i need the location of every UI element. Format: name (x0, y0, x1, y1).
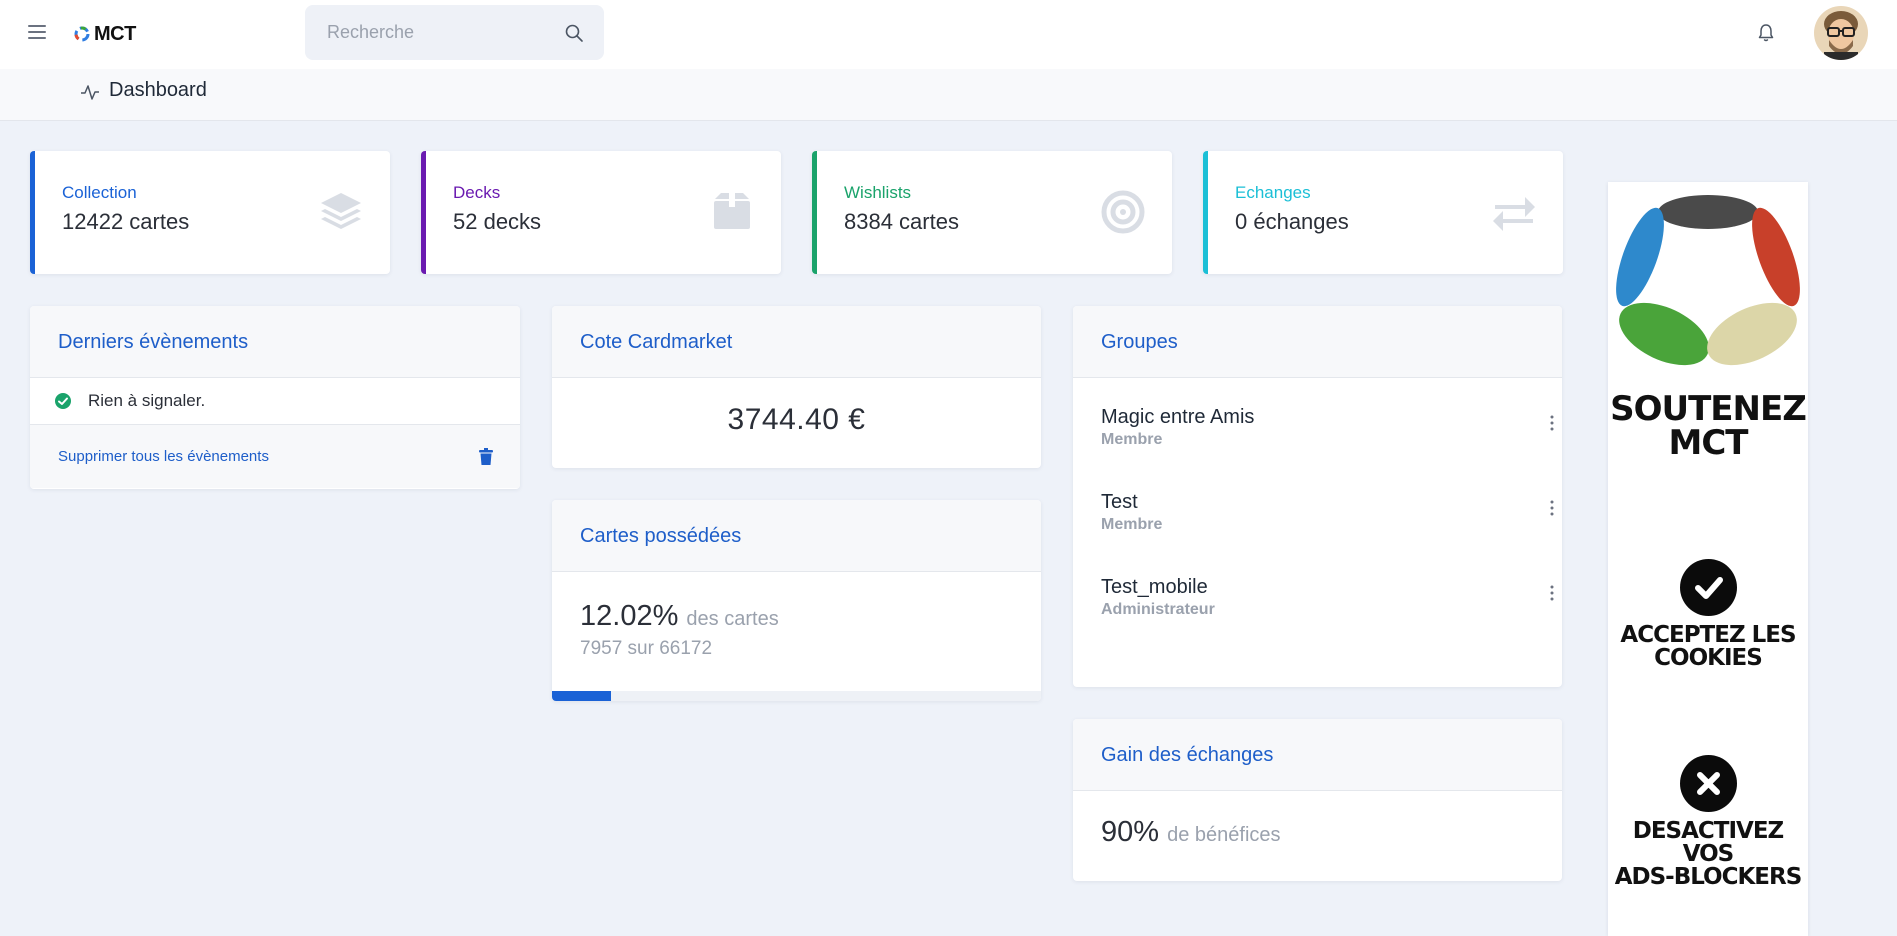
page-title: Dashboard (109, 79, 207, 101)
user-avatar[interactable] (1814, 6, 1868, 60)
group-name: Test (1101, 491, 1138, 513)
logo-text: MCT (94, 22, 136, 45)
hamburger-menu-icon[interactable] (28, 25, 46, 39)
stat-value: 0 échanges (1235, 209, 1349, 234)
event-text: Rien à signaler. (88, 391, 206, 410)
more-options-icon[interactable] (1549, 499, 1555, 517)
layers-icon (321, 193, 361, 229)
search-input[interactable] (305, 5, 555, 60)
target-icon (1101, 190, 1145, 234)
trade-gain-panel: Gain des échanges 90% de bénéfices (1073, 719, 1562, 881)
more-options-icon[interactable] (1549, 584, 1555, 602)
logo-mark-icon (74, 26, 90, 42)
group-item[interactable]: Magic entre Amis Membre (1101, 406, 1554, 449)
more-options-icon[interactable] (1549, 414, 1555, 432)
groups-panel: Groupes Magic entre Amis Membre Test Mem… (1073, 306, 1562, 687)
group-item[interactable]: Test Membre (1101, 491, 1554, 534)
ad-line: SOUTENEZ (1610, 389, 1807, 429)
ad-cookies-text: ACCEPTEZ LES COOKIES (1608, 624, 1808, 670)
close-icon (1680, 755, 1737, 812)
stat-value: 8384 cartes (844, 209, 959, 234)
owned-percent-value: 12.02% (580, 600, 679, 632)
box-icon (714, 193, 750, 229)
owned-progress-fill (552, 691, 611, 701)
stat-label: Decks (453, 183, 501, 202)
owned-progress-bar (552, 691, 1041, 701)
group-name: Magic entre Amis (1101, 406, 1255, 428)
stat-label: Wishlists (844, 183, 912, 202)
top-bar: MCT (0, 0, 1897, 69)
stat-value: 52 decks (453, 209, 542, 234)
exchange-icon (1493, 197, 1535, 231)
stat-card-decks[interactable]: Decks 52 decks (421, 151, 781, 274)
app-logo[interactable]: MCT (74, 20, 136, 48)
activity-icon (81, 85, 99, 100)
trade-gain-percent: 90% (1101, 816, 1160, 848)
group-role: Membre (1101, 431, 1163, 448)
ad-support-text: SOUTENEZ MCT (1608, 392, 1808, 460)
owned-cards-panel-title: Cartes possédées (552, 500, 1041, 572)
checkmark-icon (1680, 559, 1737, 616)
stat-label: Collection (62, 183, 137, 202)
cote-panel-title: Cote Cardmarket (552, 306, 1041, 378)
event-item: Rien à signaler. (30, 378, 520, 425)
group-role: Membre (1101, 516, 1163, 533)
stat-card-echanges[interactable]: Echanges 0 échanges (1203, 151, 1563, 274)
support-ad-banner[interactable]: SOUTENEZ MCT ACCEPTEZ LES COOKIES DESACT… (1608, 182, 1808, 936)
notification-bell-icon[interactable] (1756, 22, 1776, 44)
owned-detail: 7957 sur 66172 (580, 638, 713, 659)
group-name: Test_mobile (1101, 576, 1208, 598)
breadcrumb: Dashboard (0, 69, 1897, 121)
search-icon[interactable] (564, 23, 584, 43)
ad-adblock-text: DESACTIVEZ VOS ADS-BLOCKERS (1608, 820, 1808, 889)
owned-percent: 12.02% des cartes (580, 600, 779, 633)
owned-cards-panel: Cartes possédées 12.02% des cartes 7957 … (552, 500, 1041, 701)
ad-line: VOS (1682, 841, 1735, 867)
stat-card-collection[interactable]: Collection 12422 cartes (30, 151, 390, 274)
trash-icon[interactable] (478, 447, 494, 466)
stat-label: Echanges (1235, 183, 1311, 202)
mct-logo-icon (1616, 195, 1800, 366)
events-footer: Supprimer tous les évènements (30, 425, 520, 488)
trade-gain-suffix: de bénéfices (1167, 824, 1281, 846)
group-role: Administrateur (1101, 601, 1215, 618)
stat-card-wishlists[interactable]: Wishlists 8384 cartes (812, 151, 1172, 274)
cote-panel: Cote Cardmarket 3744.40 € (552, 306, 1041, 468)
ad-line: MCT (1668, 423, 1749, 463)
ad-line: ADS-BLOCKERS (1614, 864, 1803, 890)
group-item[interactable]: Test_mobile Administrateur (1101, 576, 1554, 619)
search-box (305, 5, 604, 60)
events-panel: Derniers évènements Rien à signaler. Sup… (30, 306, 520, 489)
ad-line: DESACTIVEZ (1632, 818, 1784, 844)
check-circle-icon (55, 393, 71, 409)
stat-value: 12422 cartes (62, 209, 190, 234)
trade-gain-value: 90% de bénéfices (1101, 816, 1281, 849)
ad-line: ACCEPTEZ LES (1620, 622, 1796, 648)
events-panel-title: Derniers évènements (30, 306, 520, 378)
delete-all-events-link[interactable]: Supprimer tous les évènements (58, 448, 269, 465)
owned-percent-suffix: des cartes (686, 608, 779, 630)
cote-value: 3744.40 € (727, 403, 866, 436)
trade-gain-panel-title: Gain des échanges (1073, 719, 1562, 791)
groups-panel-title: Groupes (1073, 306, 1562, 378)
ad-line: COOKIES (1654, 645, 1763, 671)
